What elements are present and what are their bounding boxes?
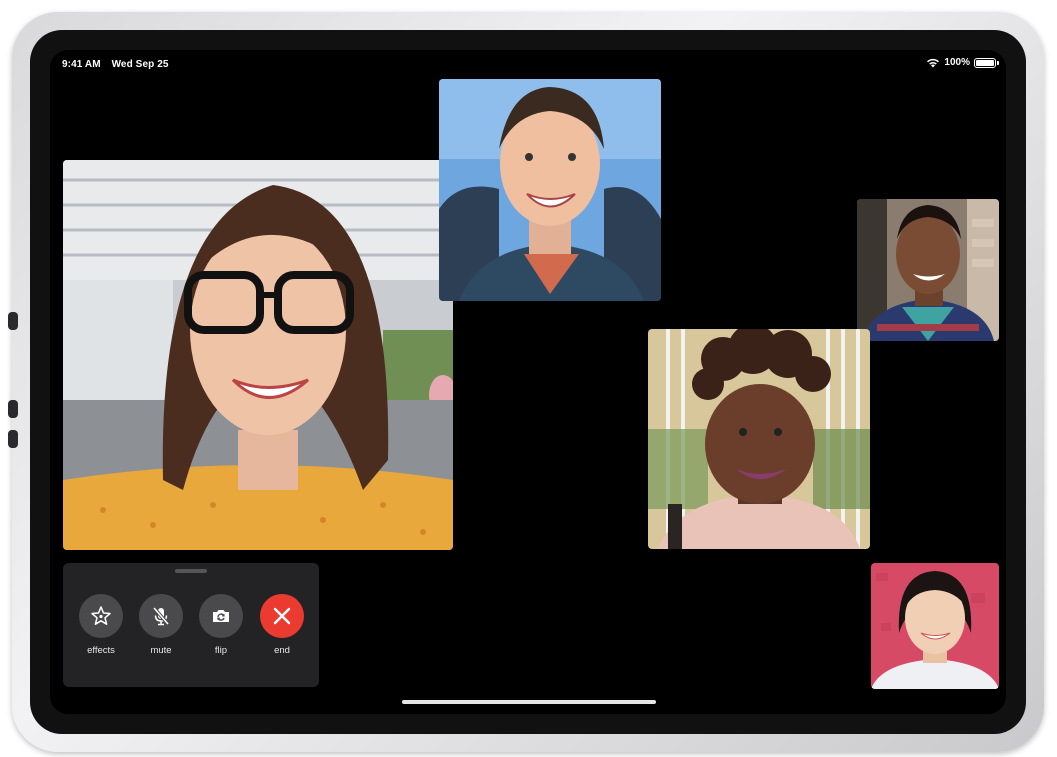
status-bar-left: 9:41 AM Wed Sep 25 xyxy=(62,59,177,70)
status-date: Wed Sep 25 xyxy=(111,59,169,70)
participant-tile-man-jacket[interactable] xyxy=(857,199,999,341)
panel-grabber-handle[interactable] xyxy=(175,569,207,573)
end-call-button[interactable]: end xyxy=(252,594,312,656)
participant-video xyxy=(857,199,999,341)
flip-label: flip xyxy=(214,645,228,656)
flip-button[interactable]: flip xyxy=(191,594,251,656)
battery-percent: 100% xyxy=(944,57,970,68)
home-indicator[interactable] xyxy=(402,700,656,704)
close-x-icon xyxy=(273,607,291,625)
end-call-button-circle[interactable] xyxy=(260,594,304,638)
wifi-icon xyxy=(927,58,940,68)
side-button xyxy=(8,400,18,418)
mute-button-circle[interactable] xyxy=(139,594,183,638)
mic-slash-icon xyxy=(152,606,170,626)
effects-button-circle[interactable] xyxy=(79,594,123,638)
participant-tile-man-backpack[interactable] xyxy=(439,79,661,301)
effects-label: effects xyxy=(87,645,115,656)
battery-icon xyxy=(974,57,999,68)
participant-tile-woman-glasses[interactable] xyxy=(63,160,453,550)
end-label: end xyxy=(274,645,290,656)
mute-label: mute xyxy=(150,645,172,656)
screen-bezel: 9:41 AM Wed Sep 25 100% effects mute fli… xyxy=(30,30,1026,734)
flip-button-circle[interactable] xyxy=(199,594,243,638)
participant-video xyxy=(439,79,661,301)
side-button xyxy=(8,430,18,448)
call-controls-panel: effects mute flip end xyxy=(63,563,319,687)
ipad-device-frame: 9:41 AM Wed Sep 25 100% effects mute fli… xyxy=(8,12,1044,752)
effects-button[interactable]: effects xyxy=(71,594,131,656)
facetime-screen: 9:41 AM Wed Sep 25 100% effects mute fli… xyxy=(50,50,1006,714)
participant-video xyxy=(871,563,999,689)
star-effects-icon xyxy=(91,606,111,625)
participant-tile-woman-curly[interactable] xyxy=(648,329,870,549)
mute-button[interactable]: mute xyxy=(131,594,191,656)
status-bar-right: 100% xyxy=(926,57,999,68)
participant-video xyxy=(63,160,453,550)
status-time: 9:41 AM xyxy=(62,59,101,70)
camera-flip-icon xyxy=(213,610,229,622)
side-button xyxy=(8,312,18,330)
participant-video xyxy=(648,329,870,549)
participant-tile-woman-pink[interactable] xyxy=(871,563,999,689)
